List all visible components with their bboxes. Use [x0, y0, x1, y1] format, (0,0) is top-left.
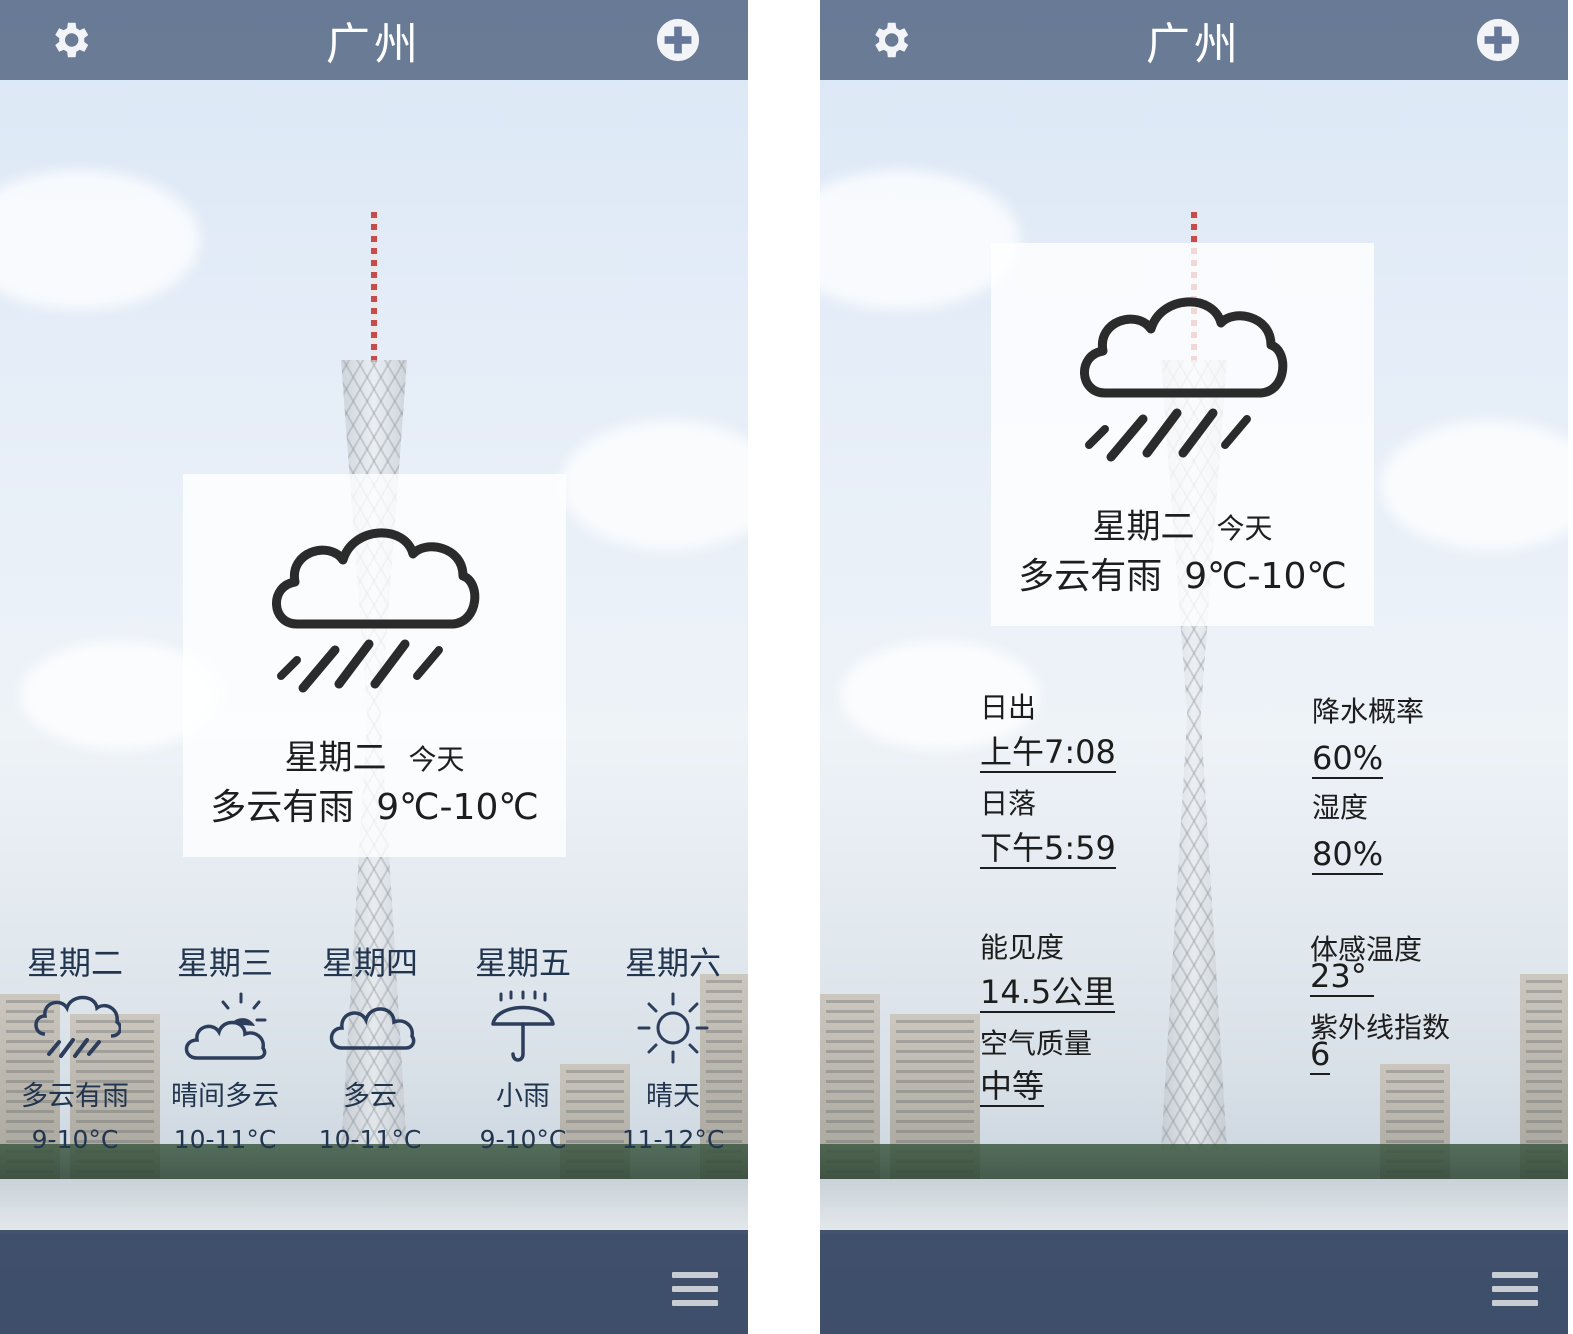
background-cloud: [0, 170, 200, 310]
plus-circle-icon: [1476, 18, 1520, 62]
menu-icon: [1492, 1272, 1538, 1306]
today-card: 星期二 今天 多云有雨 9℃-10℃: [183, 474, 566, 857]
precipitation-label: 降水概率: [1312, 695, 1425, 728]
background-cloud: [1380, 420, 1568, 550]
precipitation-value: 60%: [1312, 739, 1384, 779]
forecast-day: 星期二: [26, 944, 123, 982]
tower-mast: [371, 212, 377, 362]
today-weekday: 星期二: [284, 738, 387, 778]
humidity-value: 80%: [1312, 835, 1384, 875]
forecast-condition: 晴间多云: [171, 1081, 279, 1112]
add-city-button[interactable]: [654, 16, 702, 64]
forecast-day: 星期六: [624, 944, 721, 982]
forecast-item[interactable]: 星期三 晴间多云 10-11°C: [150, 938, 300, 1154]
cloud-rain-icon: [34, 995, 121, 1058]
forecast-row: 星期二 多云有雨 9-10°C 星期三 晴间多云 10-11°C 星期四 多云: [0, 938, 748, 1168]
umbrella-rain-icon: [491, 990, 555, 1062]
background-cloud: [820, 170, 1020, 310]
forecast-condition: 小雨: [496, 1081, 550, 1112]
forecast-day: 星期四: [321, 944, 418, 982]
sun-icon: [637, 992, 709, 1064]
forecast-condition: 多云有雨: [21, 1081, 129, 1112]
menu-button[interactable]: [1492, 1272, 1538, 1312]
visibility-label: 能见度: [980, 931, 1065, 964]
feels-like-value: 23°: [1310, 958, 1374, 997]
forecast-condition: 晴天: [646, 1081, 700, 1112]
today-temp: 9℃-10℃: [1184, 556, 1347, 597]
uv-index-value: 6: [1310, 1035, 1331, 1075]
app-footer: [0, 1230, 748, 1334]
humidity-label: 湿度: [1312, 791, 1369, 824]
weather-screen-main: 广州 星期二 今天 多云有雨 9℃-10℃ 星期二 多云有雨 9-10°C 星期…: [0, 0, 748, 1334]
today-weekday: 星期二: [1092, 507, 1195, 547]
menu-icon: [672, 1272, 718, 1306]
background-water: [820, 1179, 1568, 1234]
sunrise-label: 日出: [980, 691, 1037, 724]
today-temp: 9℃-10℃: [376, 787, 539, 828]
app-header: 广州: [820, 0, 1568, 80]
background-water: [0, 1179, 748, 1234]
air-quality-value: 中等: [980, 1067, 1045, 1107]
today-card: 星期二 今天 多云有雨 9℃-10℃: [991, 243, 1374, 626]
forecast-item[interactable]: 星期六 晴天 11-12°C: [598, 938, 748, 1154]
sunset-value: 下午5:59: [980, 829, 1116, 869]
forecast-day: 星期三: [176, 944, 273, 982]
forecast-day: 星期五: [474, 944, 571, 982]
app-footer: [820, 1230, 1568, 1334]
forecast-temp: 10-11°C: [318, 1125, 422, 1154]
forecast-temp: 9-10°C: [479, 1125, 567, 1154]
air-quality-label: 空气质量: [980, 1027, 1093, 1060]
weather-screen-details: 广州 星期二 今天 多云有雨 9℃-10℃ 日出 上午7:08 日落 下午5:5…: [820, 0, 1568, 1334]
today-condition: 多云有雨: [1018, 556, 1163, 597]
cloud-rain-icon: [272, 528, 480, 693]
forecast-condition: 多云: [343, 1081, 397, 1112]
partly-sunny-icon: [184, 992, 267, 1060]
forecast-temp: 10-11°C: [173, 1125, 277, 1154]
visibility-value: 14.5公里: [980, 973, 1116, 1013]
city-title[interactable]: 广州: [0, 8, 748, 72]
cloud-icon: [329, 1007, 416, 1050]
sunrise-value: 上午7:08: [980, 733, 1116, 773]
uv-index-label: 紫外线指数: [1310, 1011, 1451, 1044]
sunset-label: 日落: [980, 787, 1037, 820]
forecast-temp: 11-12°C: [621, 1125, 725, 1154]
background-cloud: [560, 420, 748, 550]
menu-button[interactable]: [672, 1272, 718, 1312]
forecast-item[interactable]: 星期四 多云 10-11°C: [295, 938, 445, 1154]
city-title[interactable]: 广州: [820, 8, 1568, 72]
forecast-item[interactable]: 星期五 小雨 9-10°C: [448, 938, 598, 1154]
app-header: 广州: [0, 0, 748, 80]
today-condition: 多云有雨: [210, 787, 355, 828]
forecast-item[interactable]: 星期二 多云有雨 9-10°C: [0, 938, 150, 1154]
today-label: 今天: [408, 743, 465, 776]
cloud-rain-icon: [1080, 297, 1288, 462]
today-label: 今天: [1216, 512, 1273, 545]
add-city-button[interactable]: [1474, 16, 1522, 64]
forecast-temp: 9-10°C: [31, 1125, 119, 1154]
plus-circle-icon: [656, 18, 700, 62]
background-trees: [820, 1144, 1568, 1184]
